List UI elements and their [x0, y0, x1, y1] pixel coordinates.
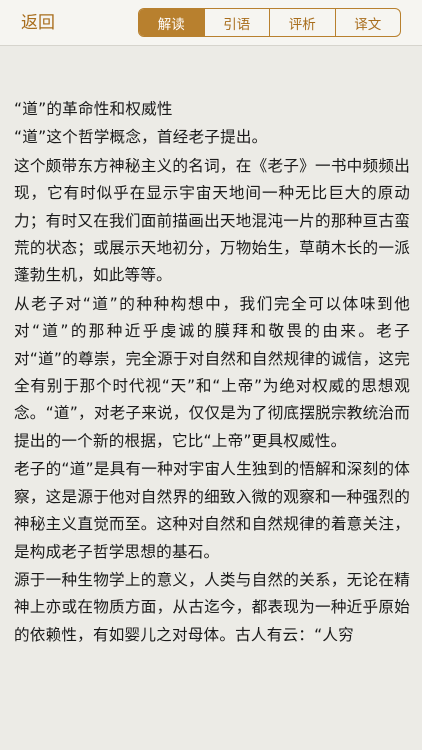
- article-paragraph: 这个颇带东方神秘主义的名词，在《老子》一书中频频出现，它有时似乎在显示宇宙天地间…: [14, 156, 410, 285]
- section-heading: “道”的革命性和权威性: [14, 100, 173, 118]
- tab-translation[interactable]: 译文: [334, 9, 401, 36]
- tab-quotes[interactable]: 引语: [203, 9, 270, 36]
- article-paragraph: 老子的“道”是具有一种对宇宙人生独到的悟解和深刻的体察，这是源于他对自然界的细致…: [14, 460, 410, 561]
- tab-commentary[interactable]: 评析: [269, 9, 335, 36]
- back-button[interactable]: 返回: [21, 11, 55, 35]
- article-paragraph: 从老子对“道”的种种构想中，我们完全可以体味到他对“道”的那种近乎虔诚的膜拜和敬…: [14, 294, 410, 450]
- section-tabs: 解读 引语 评析 译文: [138, 8, 401, 37]
- article-paragraph: “道”这个哲学概念，首经老子提出。: [14, 128, 268, 147]
- top-navigation-bar: 返回 解读 引语 评析 译文: [0, 0, 422, 46]
- article-body: “道”的革命性和权威性 “道”这个哲学概念，首经老子提出。 这个颇带东方神秘主义…: [14, 96, 410, 650]
- tab-interpretation[interactable]: 解读: [139, 9, 204, 36]
- article-paragraph: 源于一种生物学上的意义，人类与自然的关系，无论在精神上亦或在物质方面，从古迄今，…: [14, 570, 410, 644]
